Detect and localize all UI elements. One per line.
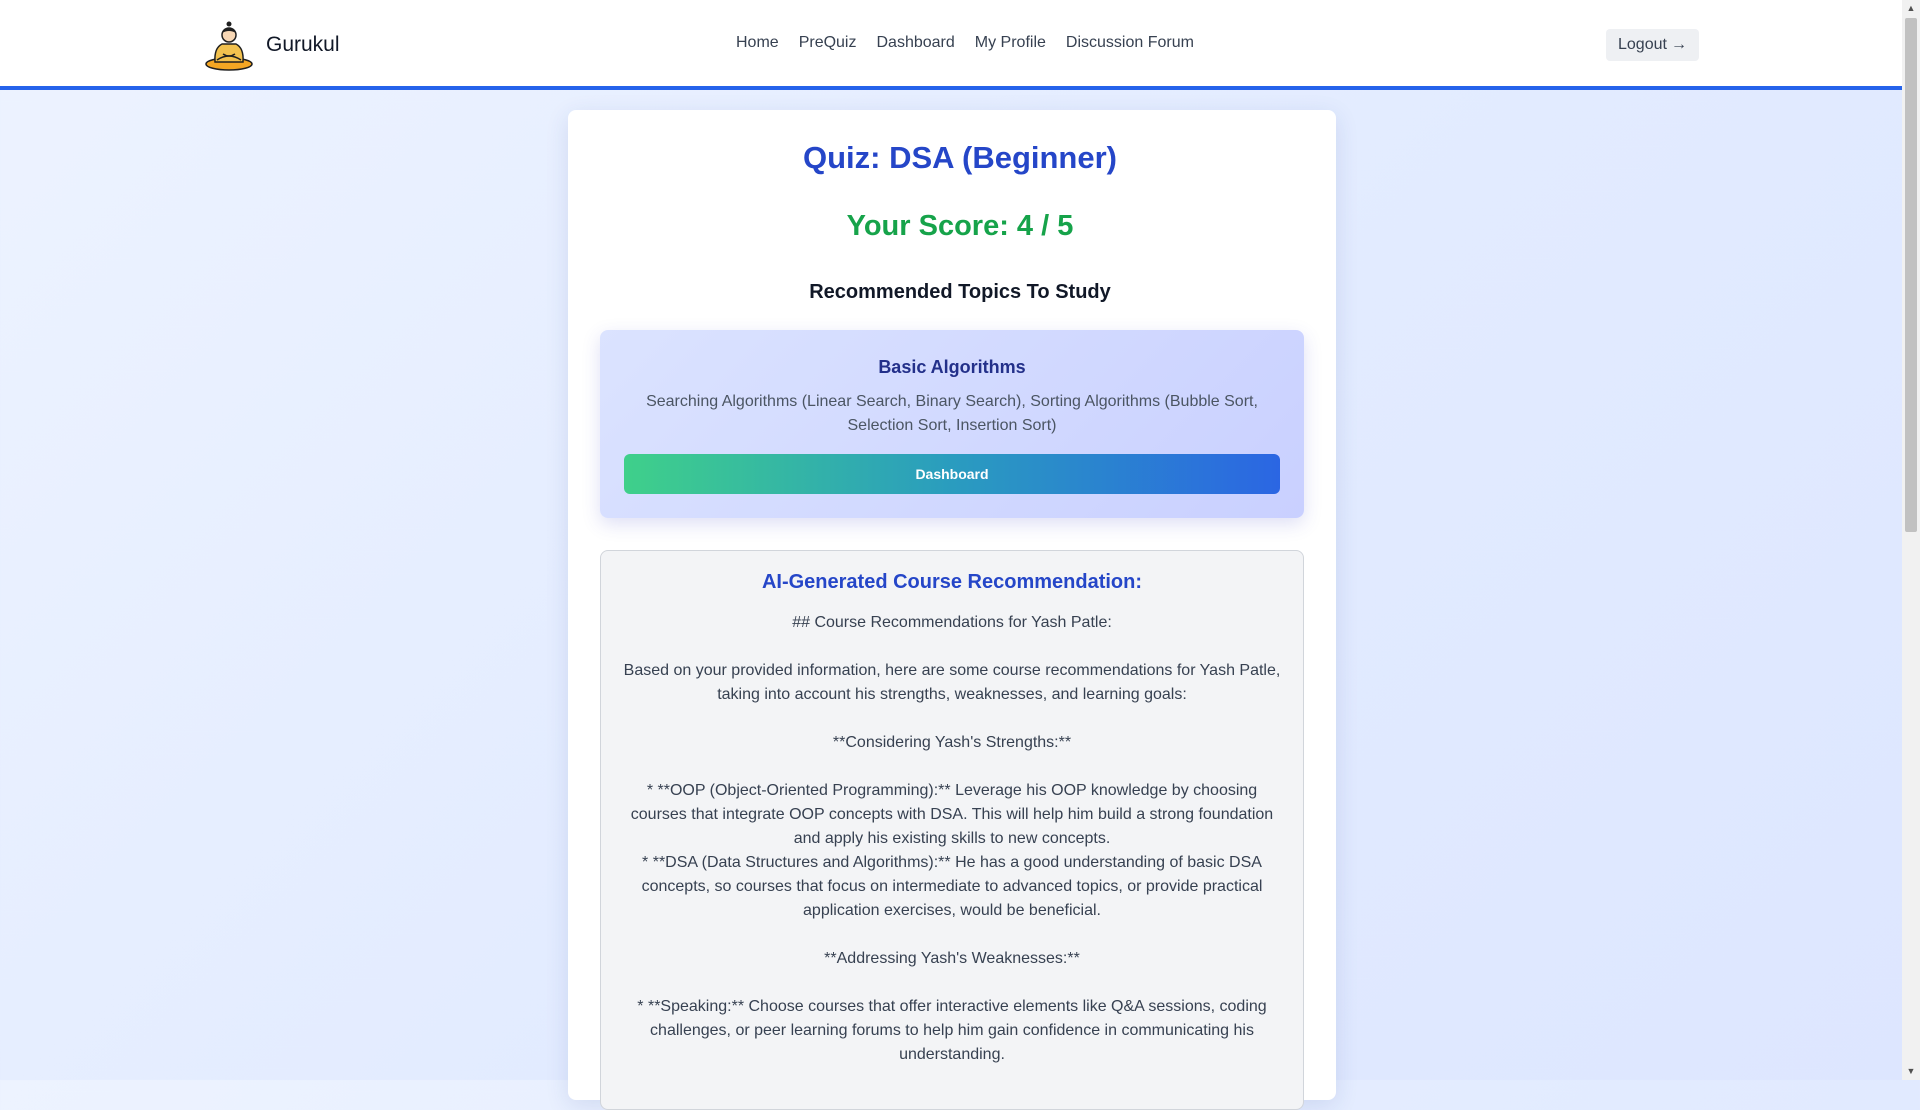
ai-text-line: * **OOP (Object-Oriented Programming):**… [630, 782, 1274, 847]
ai-text-line: **Addressing Yash's Weaknesses:** [824, 950, 1080, 967]
quiz-title: Quiz: DSA (Beginner) [802, 140, 1117, 175]
topic-card: Basic Algorithms Searching Algorithms (L… [600, 330, 1304, 518]
nav-link-prequiz[interactable]: PreQuiz [799, 34, 857, 52]
page-scrollbar[interactable]: ▲ ▼ [1902, 0, 1920, 1080]
scroll-down-arrow-icon[interactable]: ▼ [1902, 1063, 1920, 1080]
ai-recommendation-title: AI-Generated Course Recommendation: [761, 571, 1143, 593]
brand[interactable]: Gurukul [202, 18, 340, 72]
logout-label: Logout [1618, 36, 1667, 53]
ai-text-line: * **DSA (Data Structures and Algorithms)… [641, 854, 1263, 919]
nav-link-discussion-forum[interactable]: Discussion Forum [1066, 34, 1194, 52]
ai-text-gap [619, 971, 1285, 995]
brand-name: Gurukul [266, 33, 340, 56]
arrow-right-icon: → [1670, 36, 1687, 53]
topic-dashboard-button[interactable]: Dashboard [624, 454, 1280, 494]
logout-button[interactable]: Logout → [1606, 29, 1699, 61]
ai-text-gap [619, 923, 1285, 947]
navbar: Gurukul Home PreQuiz Dashboard My Profil… [0, 0, 1902, 90]
ai-text-gap [619, 635, 1285, 659]
ai-recommendation-box: AI-Generated Course Recommendation: ## C… [600, 550, 1304, 1110]
ai-recommendation-text: ## Course Recommendations for Yash Patle… [619, 611, 1285, 1067]
ai-text-line: Based on your provided information, here… [623, 662, 1281, 703]
ai-text-gap [619, 707, 1285, 731]
nav-link-home[interactable]: Home [736, 34, 779, 52]
ai-text-line: * **Speaking:** Choose courses that offe… [637, 998, 1267, 1063]
scrollbar-thumb[interactable] [1905, 18, 1917, 532]
meditating-guru-logo-icon [205, 21, 253, 71]
topic-description: Searching Algorithms (Linear Search, Bin… [646, 393, 1258, 434]
topic-title: Basic Algorithms [878, 357, 1026, 377]
ai-text-gap [619, 755, 1285, 779]
recommended-topics-heading: Recommended Topics To Study [809, 281, 1111, 303]
nav-links: Home PreQuiz Dashboard My Profile Discus… [736, 34, 1194, 52]
ai-text-line: ## Course Recommendations for Yash Patle… [792, 614, 1112, 631]
nav-link-my-profile[interactable]: My Profile [975, 34, 1046, 52]
ai-text-line: **Considering Yash's Strengths:** [832, 734, 1072, 751]
quiz-score: Your Score: 4 / 5 [846, 210, 1074, 242]
nav-link-dashboard[interactable]: Dashboard [876, 34, 954, 52]
scroll-up-arrow-icon[interactable]: ▲ [1902, 0, 1920, 17]
